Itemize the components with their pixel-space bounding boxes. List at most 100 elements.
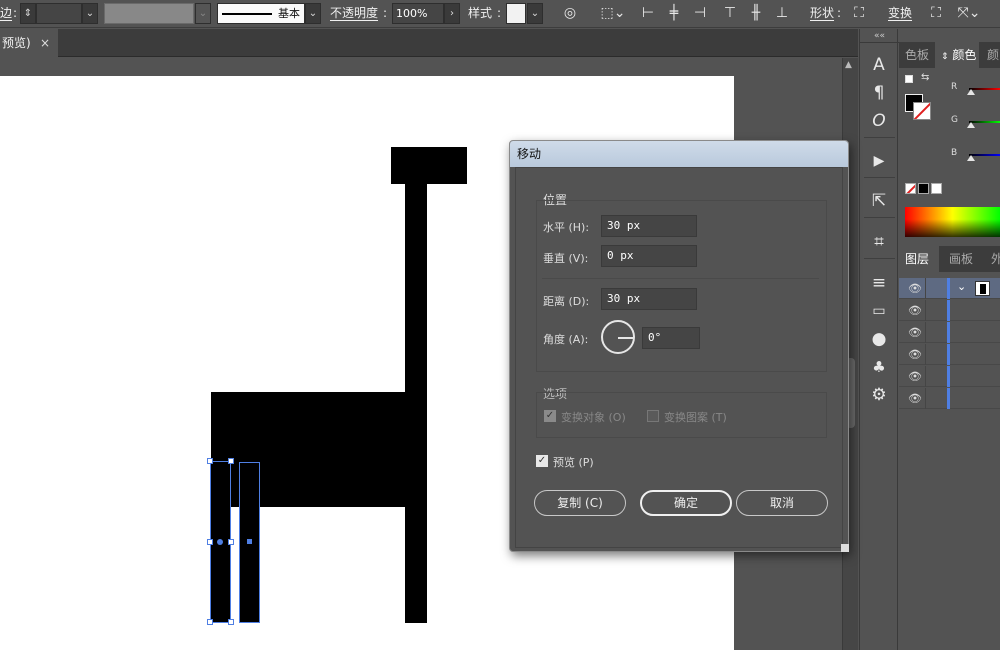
visibility-eye-icon[interactable]: 👁 bbox=[908, 326, 922, 339]
preview-checkbox[interactable]: ✓ bbox=[536, 455, 548, 467]
chevron-down-icon[interactable]: ⌄ bbox=[527, 3, 543, 24]
appearance-icon[interactable]: ● bbox=[866, 326, 892, 352]
align-middle-icon[interactable]: ╫ bbox=[746, 3, 766, 24]
character-icon[interactable]: A bbox=[866, 52, 892, 78]
color-spectrum[interactable] bbox=[905, 207, 1000, 237]
tab-layers[interactable]: 图层 bbox=[899, 246, 939, 272]
tab-swatches[interactable]: 色板 bbox=[899, 42, 933, 68]
default-colors-icon[interactable] bbox=[905, 75, 913, 83]
opacity-label[interactable]: 不透明度 bbox=[330, 3, 378, 24]
align-center-icon[interactable]: ╪ bbox=[664, 3, 684, 24]
color-panel: 色板 ⇕ 颜色 颜 ⇆ R G B bbox=[899, 42, 1000, 240]
chevron-down-icon[interactable]: ⌄ bbox=[305, 3, 321, 24]
tab-color-guide[interactable]: 颜 bbox=[981, 42, 1000, 68]
dialog-title[interactable]: 移动 bbox=[510, 141, 848, 167]
stroke-label: 边 bbox=[0, 6, 13, 20]
chevron-down-icon[interactable]: ⌄ bbox=[957, 280, 966, 293]
align-icon[interactable]: ≡ bbox=[866, 270, 892, 296]
shape-bounds-icon[interactable]: ⛶ bbox=[848, 3, 870, 24]
align-left-icon[interactable]: ⊢ bbox=[638, 3, 658, 24]
resize-handle[interactable] bbox=[841, 544, 849, 552]
none-swatch[interactable] bbox=[905, 183, 916, 194]
close-icon[interactable]: × bbox=[40, 29, 50, 57]
layer-thumbnail bbox=[975, 281, 990, 296]
tab-artboards[interactable]: 画板 bbox=[943, 246, 983, 272]
isolate-icon[interactable]: ⬚⌄ bbox=[598, 3, 628, 24]
layer-row[interactable]: 👁 ⌄ bbox=[899, 278, 1000, 299]
transform-patterns-checkbox[interactable] bbox=[647, 410, 659, 422]
shape-head[interactable] bbox=[391, 147, 467, 184]
swap-colors-icon[interactable]: ⇆ bbox=[921, 72, 929, 83]
transform-label[interactable]: 变换 bbox=[888, 3, 912, 24]
blue-slider[interactable] bbox=[967, 154, 1000, 161]
transform-each-icon[interactable]: ⛶ bbox=[924, 3, 948, 24]
layer-row[interactable]: 👁 bbox=[899, 388, 1000, 409]
stroke-swatch[interactable] bbox=[913, 102, 931, 120]
horizontal-label: 水平 (H): bbox=[543, 221, 590, 234]
selection-handle[interactable] bbox=[207, 539, 213, 545]
angle-dial[interactable] bbox=[601, 320, 635, 354]
tab-color[interactable]: ⇕ 颜色 bbox=[935, 42, 979, 68]
layers-panel: 图层 画板 外 👁 ⌄ 👁 👁 👁 👁 👁 bbox=[899, 246, 1000, 650]
opacity-field[interactable]: 100% bbox=[392, 3, 444, 24]
layer-row[interactable]: 👁 bbox=[899, 300, 1000, 321]
collapse-panels-button[interactable]: «« bbox=[860, 29, 899, 43]
selection-handle[interactable] bbox=[207, 619, 213, 625]
selection-handle[interactable] bbox=[228, 458, 234, 464]
document-tab[interactable]: 预览) × bbox=[0, 29, 58, 57]
scroll-up-icon[interactable]: ▲ bbox=[845, 60, 852, 70]
stroke-weight-stepper[interactable]: ⇕ bbox=[20, 3, 36, 24]
white-swatch[interactable] bbox=[931, 183, 942, 194]
vertical-input[interactable]: 0 px bbox=[601, 245, 697, 267]
visibility-eye-icon[interactable]: 👁 bbox=[908, 392, 922, 405]
chevron-right-icon[interactable]: › bbox=[444, 3, 460, 24]
ok-button[interactable]: 确定 bbox=[640, 490, 732, 516]
stroke-weight-field[interactable] bbox=[36, 3, 82, 24]
artboard-icon[interactable]: ⌗ bbox=[866, 229, 892, 255]
shape-neck[interactable] bbox=[405, 184, 427, 394]
layer-row[interactable]: 👁 bbox=[899, 322, 1000, 343]
copy-button[interactable]: 复制 (C) bbox=[534, 490, 626, 516]
visibility-eye-icon[interactable]: 👁 bbox=[908, 370, 922, 383]
visibility-eye-icon[interactable]: 👁 bbox=[908, 282, 922, 295]
red-slider[interactable] bbox=[967, 88, 1000, 95]
gradient-icon[interactable]: ▭ bbox=[866, 298, 892, 324]
transform-objects-checkbox[interactable]: ✓ bbox=[544, 410, 556, 422]
tab-appearance[interactable]: 外 bbox=[985, 246, 1000, 272]
align-top-icon[interactable]: ⊤ bbox=[720, 3, 740, 24]
export-icon[interactable]: ⇱ bbox=[866, 188, 892, 214]
angle-input[interactable]: 0° bbox=[642, 327, 700, 349]
settings-icon[interactable]: ⚙ bbox=[866, 382, 892, 408]
actions-icon[interactable]: ▶ bbox=[866, 148, 892, 174]
puppet-warp-icon[interactable]: ⤧⌄ bbox=[956, 3, 982, 24]
layer-row[interactable]: 👁 bbox=[899, 344, 1000, 365]
black-swatch[interactable] bbox=[918, 183, 929, 194]
symbols-icon[interactable]: ♣ bbox=[866, 354, 892, 380]
cancel-button[interactable]: 取消 bbox=[736, 490, 828, 516]
preview-label[interactable]: 预览 (P) bbox=[553, 454, 594, 470]
chevron-down-icon[interactable]: ⌄ bbox=[195, 3, 211, 24]
layer-row[interactable]: 👁 bbox=[899, 366, 1000, 387]
visibility-eye-icon[interactable]: 👁 bbox=[908, 304, 922, 317]
green-slider[interactable] bbox=[967, 121, 1000, 128]
move-dialog: 移动 位置 水平 (H): 30 px 垂直 (V): 0 px 距离 (D):… bbox=[509, 140, 849, 552]
selection-handle[interactable] bbox=[228, 619, 234, 625]
recolor-artwork-icon[interactable]: ◎ bbox=[558, 3, 582, 24]
visibility-eye-icon[interactable]: 👁 bbox=[908, 348, 922, 361]
selection-handle[interactable] bbox=[207, 458, 213, 464]
brush-definition-field[interactable]: 基本 bbox=[217, 3, 305, 24]
shape-front-leg[interactable] bbox=[405, 507, 427, 623]
style-label: 样式 bbox=[468, 6, 493, 20]
align-bottom-icon[interactable]: ⊥ bbox=[772, 3, 792, 24]
distance-input[interactable]: 30 px bbox=[601, 288, 697, 310]
horizontal-input[interactable]: 30 px bbox=[601, 215, 697, 237]
graphic-style-swatch[interactable] bbox=[506, 3, 526, 24]
control-bar: 边 : ⇕ ⌄ ⌄ 基本 ⌄ 不透明度 : 100% › 样式 : ⌄ ◎ ⬚⌄… bbox=[0, 0, 1000, 28]
variable-width-profile[interactable] bbox=[104, 3, 194, 24]
align-right-icon[interactable]: ⊣ bbox=[690, 3, 710, 24]
selection-handle[interactable] bbox=[228, 539, 234, 545]
opentype-icon[interactable]: O bbox=[866, 108, 892, 134]
chevron-down-icon[interactable]: ⌄ bbox=[82, 3, 98, 24]
paragraph-icon[interactable]: ¶ bbox=[866, 80, 892, 106]
shape-label[interactable]: 形状 bbox=[810, 3, 834, 24]
